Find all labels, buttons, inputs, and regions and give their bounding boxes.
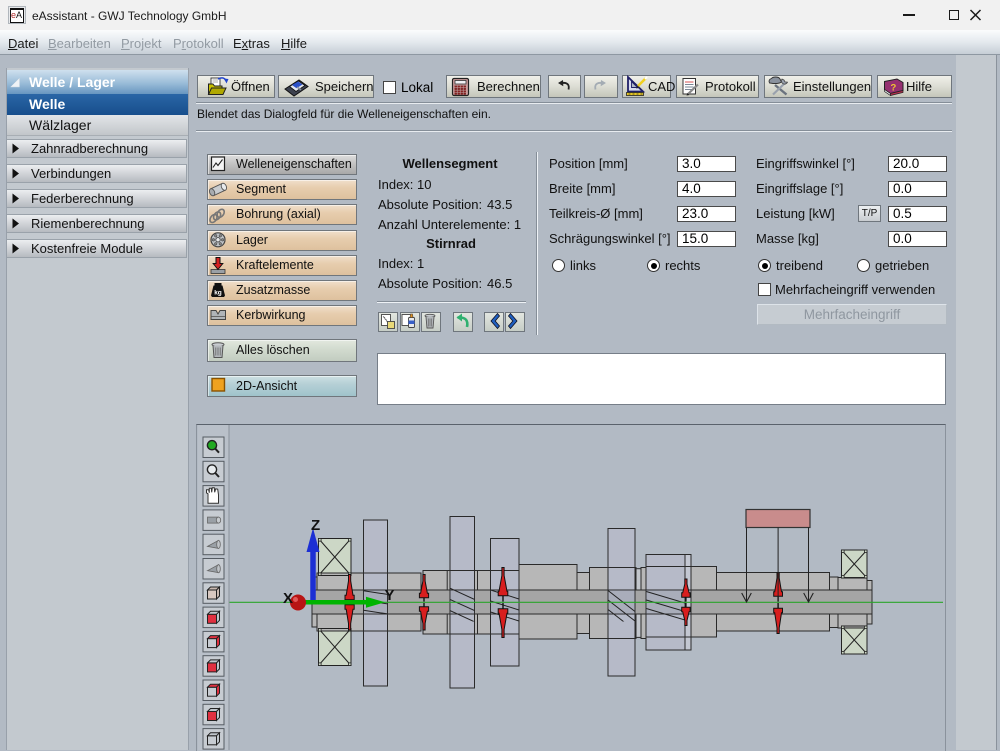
svg-text:kg: kg: [214, 290, 222, 297]
svg-text:?: ?: [891, 83, 897, 94]
